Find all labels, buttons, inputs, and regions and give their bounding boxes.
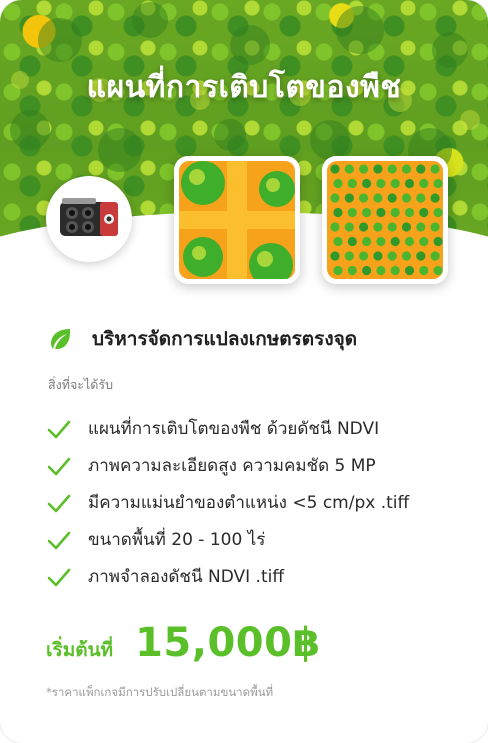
feature-item: ภาพจำลองดัชนี NDVI .tiff bbox=[46, 558, 409, 595]
feature-text: มีความแม่นยำของตำแหน่ง <5 cm/px .tiff bbox=[88, 493, 410, 513]
check-icon bbox=[47, 420, 71, 438]
section-title: บริหารจัดการแปลงเกษตรตรงจุด bbox=[92, 328, 358, 350]
package-card: แผนที่การเติบโตของพืช บริหารจัดการแปลงเก… bbox=[0, 0, 488, 743]
feature-list: แผนที่การเติบโตของพืช ด้วยดัชนี NDVI ภาพ… bbox=[46, 410, 409, 595]
feature-item: ภาพความละเอียดสูง ความคมชัด 5 MP bbox=[46, 447, 409, 484]
feature-text: ภาพจำลองดัชนี NDVI .tiff bbox=[88, 567, 285, 587]
price-footnote: *ราคาแพ็กเกจมีการปรับเปลี่ยนตามขนาดพื้นท… bbox=[46, 685, 274, 699]
check-icon bbox=[47, 531, 71, 549]
multispectral-camera-icon bbox=[46, 176, 132, 262]
feature-item: มีความแม่นยำของตำแหน่ง <5 cm/px .tiff bbox=[46, 484, 409, 521]
leaf-icon bbox=[51, 329, 71, 350]
feature-item: ขนาดพื้นที่ 20 - 100 ไร่ bbox=[46, 521, 409, 558]
ndvi-crop-cluster-map bbox=[174, 156, 300, 284]
feature-item: แผนที่การเติบโตของพืช ด้วยดัชนี NDVI bbox=[46, 410, 409, 447]
hero-title: แผนที่การเติบโตของพืช bbox=[86, 70, 402, 105]
ndvi-plant-grid-map bbox=[322, 156, 448, 284]
price-value: 15,000฿ bbox=[135, 620, 321, 666]
check-icon bbox=[47, 568, 71, 586]
price-row: เริ่มต้นที่ 15,000฿ bbox=[46, 620, 321, 666]
deliverables-subhead: สิ่งที่จะได้รับ bbox=[48, 377, 114, 392]
feature-text: แผนที่การเติบโตของพืช ด้วยดัชนี NDVI bbox=[88, 419, 380, 439]
feature-text: ภาพความละเอียดสูง ความคมชัด 5 MP bbox=[88, 456, 376, 476]
check-icon bbox=[47, 457, 71, 475]
price-label: เริ่มต้นที่ bbox=[46, 639, 114, 661]
section-title-row: บริหารจัดการแปลงเกษตรตรงจุด bbox=[48, 324, 357, 354]
feature-text: ขนาดพื้นที่ 20 - 100 ไร่ bbox=[88, 530, 266, 550]
check-icon bbox=[47, 494, 71, 512]
